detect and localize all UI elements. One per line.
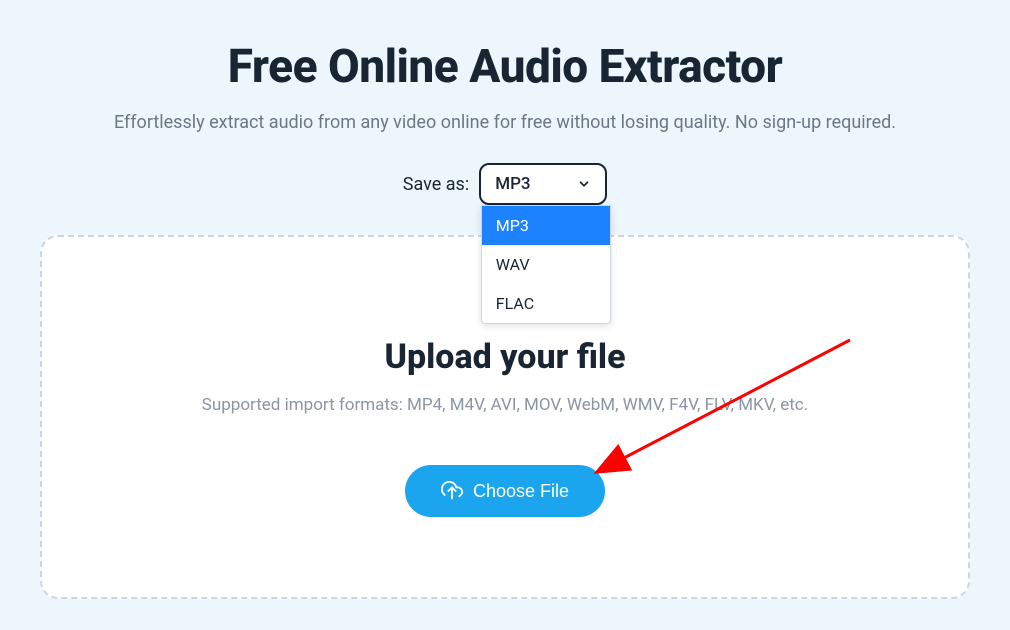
save-as-label: Save as: [403,174,469,195]
page-subtitle: Effortlessly extract audio from any vide… [0,112,1010,133]
format-select[interactable]: MP3 [479,163,607,205]
format-dropdown: MP3 WAV FLAC [481,205,611,324]
choose-file-button[interactable]: Choose File [405,465,605,517]
dropdown-option-mp3[interactable]: MP3 [482,206,610,245]
upload-title: Upload your file [62,337,948,377]
choose-file-label: Choose File [473,481,569,502]
chevron-down-icon [577,177,591,191]
upload-subtitle: Supported import formats: MP4, M4V, AVI,… [62,395,948,415]
save-as-row: Save as: MP3 MP3 WAV FLAC [403,163,607,205]
page-title: Free Online Audio Extractor [0,40,1010,94]
dropdown-option-wav[interactable]: WAV [482,245,610,284]
upload-cloud-icon [441,480,463,502]
format-select-value: MP3 [495,174,530,194]
dropdown-option-flac[interactable]: FLAC [482,284,610,323]
